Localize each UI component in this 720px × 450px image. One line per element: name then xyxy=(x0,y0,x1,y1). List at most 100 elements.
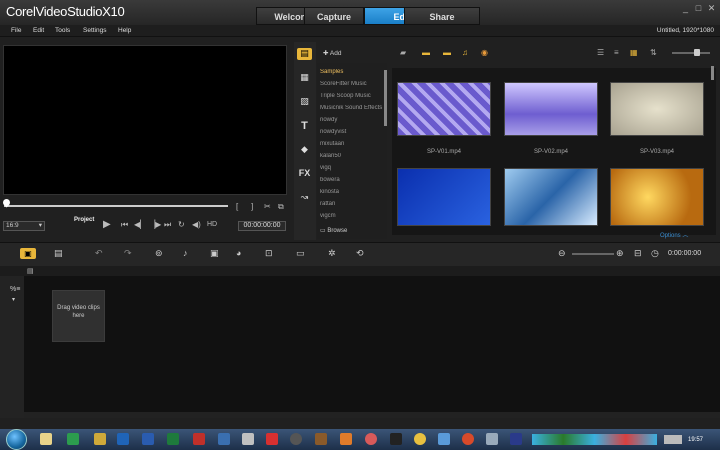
player-timecode[interactable]: 00:00:00:00 xyxy=(238,221,286,231)
track-manager-icon[interactable]: ▤ xyxy=(27,267,34,275)
hd-preview-toggle[interactable]: HD xyxy=(207,221,217,228)
show-other-icon[interactable]: ◉ xyxy=(481,48,488,57)
add-folder-button[interactable]: ✚ Add xyxy=(323,49,341,57)
folder-item[interactable]: Samples xyxy=(320,69,384,75)
chrome-icon[interactable] xyxy=(414,433,426,445)
storyboard-track[interactable] xyxy=(24,276,720,418)
show-photos-icon[interactable]: ▬ xyxy=(443,48,451,57)
menu-edit[interactable]: Edit xyxy=(33,27,44,34)
app-icon[interactable] xyxy=(340,433,352,445)
drop-zone[interactable]: Drag video clips here xyxy=(52,290,105,342)
system-clock[interactable]: 19:57 xyxy=(688,437,703,443)
previous-frame-icon[interactable]: ◀▏ xyxy=(134,220,146,229)
word-icon[interactable] xyxy=(142,433,154,445)
folder-item[interactable]: nowdyvist xyxy=(320,129,384,135)
details-view-icon[interactable]: ≡ xyxy=(614,48,619,57)
app-icon[interactable] xyxy=(365,433,377,445)
enlarge-icon[interactable]: ⧉ xyxy=(278,202,284,212)
graphic-icon[interactable]: ◆ xyxy=(297,144,312,156)
time-remapping-icon[interactable]: ⟲ xyxy=(356,248,364,259)
app-icon[interactable] xyxy=(486,433,498,445)
subtitle-editor-icon[interactable]: ⊡ xyxy=(265,248,273,259)
excel-icon[interactable] xyxy=(167,433,179,445)
media-library-icon[interactable]: ▤ xyxy=(297,48,312,60)
start-button[interactable] xyxy=(6,429,27,450)
system-tray-icons[interactable] xyxy=(532,434,657,445)
trim-end-icon[interactable]: ] xyxy=(251,202,253,211)
end-icon[interactable]: ⏭ xyxy=(164,220,171,230)
play-icon[interactable]: ▶ xyxy=(103,219,111,230)
media-thumbnail[interactable] xyxy=(610,168,704,226)
zoom-in-icon[interactable]: ⊕ xyxy=(616,248,624,259)
app-icon[interactable] xyxy=(390,433,402,445)
folder-item[interactable]: vigcm xyxy=(320,213,384,219)
sort-icon[interactable]: ⇅ xyxy=(650,48,657,57)
timeline-scrollbar[interactable] xyxy=(24,412,720,418)
list-view-icon[interactable]: ☰ xyxy=(597,48,604,57)
multi-camera-icon[interactable]: ▭ xyxy=(296,248,305,259)
app-icon[interactable] xyxy=(315,433,327,445)
volume-tray-icon[interactable] xyxy=(664,435,682,444)
project-mode-label[interactable]: Project xyxy=(74,217,94,223)
next-frame-icon[interactable]: ▕▶ xyxy=(149,220,161,229)
app-icon[interactable] xyxy=(242,433,254,445)
timeline-zoom-slider[interactable] xyxy=(572,253,614,255)
menu-tools[interactable]: Tools xyxy=(55,27,70,34)
minimize-icon[interactable]: _ xyxy=(680,3,691,14)
menu-help[interactable]: Help xyxy=(118,27,131,34)
auto-music-icon[interactable]: ▣ xyxy=(210,248,219,259)
folder-item[interactable]: ScoreFitter Music xyxy=(320,81,384,87)
library-scrollbar[interactable] xyxy=(711,66,714,80)
record-capture-icon[interactable]: ⊚ xyxy=(155,248,163,259)
filter-fx-icon[interactable]: FX xyxy=(297,168,312,180)
media-thumbnail[interactable] xyxy=(504,168,598,226)
app-icon[interactable] xyxy=(290,433,302,445)
undo-icon[interactable]: ↶ xyxy=(95,248,103,259)
media-thumbnail[interactable] xyxy=(397,82,491,136)
app-icon[interactable] xyxy=(438,433,450,445)
filezilla-icon[interactable] xyxy=(193,433,205,445)
explorer-icon[interactable] xyxy=(40,433,52,445)
folder-item[interactable]: mixutaan xyxy=(320,141,384,147)
scrubber-bar[interactable] xyxy=(4,205,228,207)
tracks-toggle-icon[interactable]: %≡ xyxy=(10,286,20,293)
folder-item[interactable]: vigq xyxy=(320,165,384,171)
media-thumbnail[interactable] xyxy=(397,168,491,226)
repeat-icon[interactable]: ↻ xyxy=(178,220,185,229)
app-icon[interactable] xyxy=(67,433,79,445)
show-audio-icon[interactable]: ♫ xyxy=(462,48,468,57)
outlook-icon[interactable] xyxy=(117,433,129,445)
app-icon[interactable] xyxy=(462,433,474,445)
folder-scrollbar[interactable] xyxy=(384,70,387,126)
browse-button[interactable]: ▭ Browse xyxy=(320,227,347,234)
folder-item[interactable]: bowera xyxy=(320,177,384,183)
media-thumbnail[interactable] xyxy=(610,82,704,136)
title-icon[interactable]: T xyxy=(297,120,312,132)
volume-icon[interactable]: ◀) xyxy=(192,220,201,229)
app-icon[interactable] xyxy=(218,433,230,445)
show-videos-icon[interactable]: ▬ xyxy=(422,48,430,57)
redo-icon[interactable]: ↷ xyxy=(124,248,132,259)
folder-item[interactable]: nowdy xyxy=(320,117,384,123)
timeline-view-icon[interactable]: ▤ xyxy=(54,248,70,259)
maximize-icon[interactable]: □ xyxy=(693,3,704,14)
videostudio-taskbar-icon[interactable] xyxy=(510,433,522,445)
zoom-slider[interactable] xyxy=(672,52,710,54)
folder-item[interactable]: rattan xyxy=(320,201,384,207)
mask-creator-icon[interactable]: ✲ xyxy=(328,248,336,259)
folder-item[interactable]: Triple Scoop Music xyxy=(320,93,384,99)
import-folder-icon[interactable]: ▰ xyxy=(400,48,406,57)
chevron-down-icon[interactable]: ▾ xyxy=(12,296,15,303)
aspect-ratio-select[interactable]: 16:9 ▾ xyxy=(3,221,45,231)
split-icon[interactable]: ✂ xyxy=(264,202,271,211)
zoom-slider-handle[interactable] xyxy=(694,49,700,56)
app-icon[interactable] xyxy=(266,433,278,445)
fit-project-icon[interactable]: ⊟ xyxy=(634,248,642,259)
media-thumbnail[interactable] xyxy=(504,82,598,136)
close-icon[interactable]: ✕ xyxy=(706,3,717,14)
app-icon[interactable] xyxy=(94,433,106,445)
folder-item[interactable]: kinosta xyxy=(320,189,384,195)
menu-settings[interactable]: Settings xyxy=(83,27,107,34)
transition-icon[interactable]: ▧ xyxy=(297,96,312,108)
path-icon[interactable]: ↝ xyxy=(297,192,312,204)
